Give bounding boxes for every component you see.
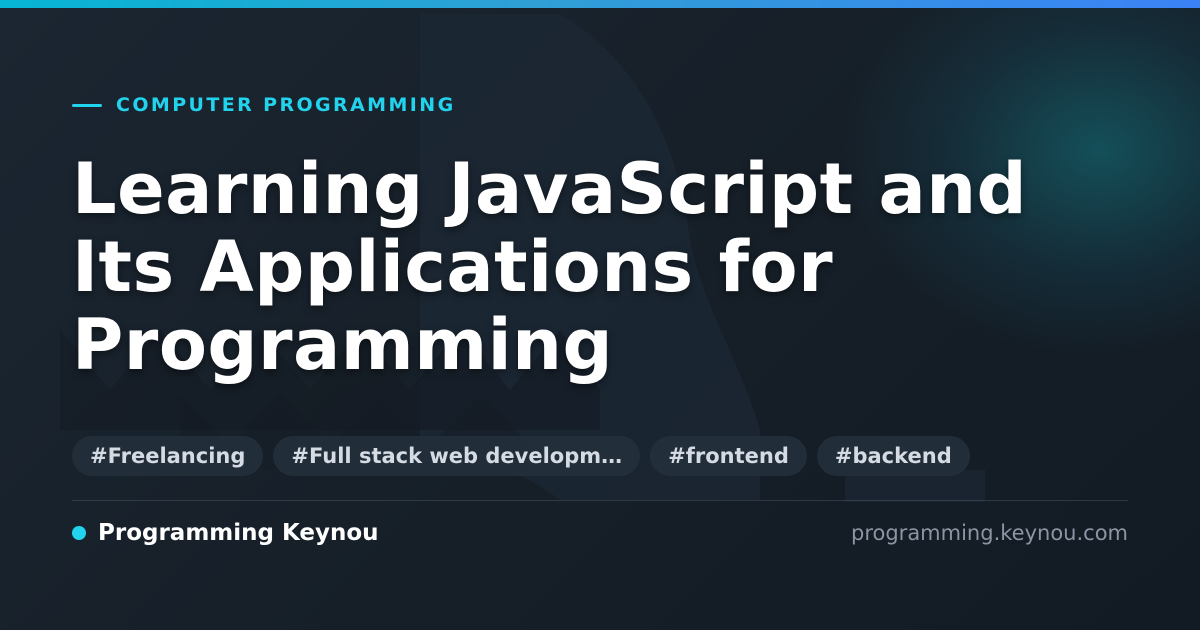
tag-full-stack-web-development[interactable]: #Full stack web developm… xyxy=(273,436,641,476)
tag-frontend[interactable]: #frontend xyxy=(650,436,807,476)
footer: Programming Keynou programming.keynou.co… xyxy=(72,516,1128,550)
social-card: COMPUTER PROGRAMMING Learning JavaScript… xyxy=(0,0,1200,630)
card-content: COMPUTER PROGRAMMING Learning JavaScript… xyxy=(0,0,1200,630)
brand[interactable]: Programming Keynou xyxy=(72,520,379,546)
tag-freelancing[interactable]: #Freelancing xyxy=(72,436,264,476)
site-url[interactable]: programming.keynou.com xyxy=(851,521,1128,545)
tag-list: #Freelancing #Full stack web developm… #… xyxy=(72,436,970,476)
category-label: COMPUTER PROGRAMMING xyxy=(116,94,456,116)
top-accent-bar xyxy=(0,0,1200,8)
brand-name: Programming Keynou xyxy=(98,520,379,546)
dot-icon xyxy=(72,526,86,540)
divider xyxy=(72,500,1128,501)
dash-icon xyxy=(72,103,102,107)
page-title: Learning JavaScript and Its Applications… xyxy=(72,148,1028,386)
tag-backend[interactable]: #backend xyxy=(816,436,970,476)
category-row: COMPUTER PROGRAMMING xyxy=(72,94,456,116)
